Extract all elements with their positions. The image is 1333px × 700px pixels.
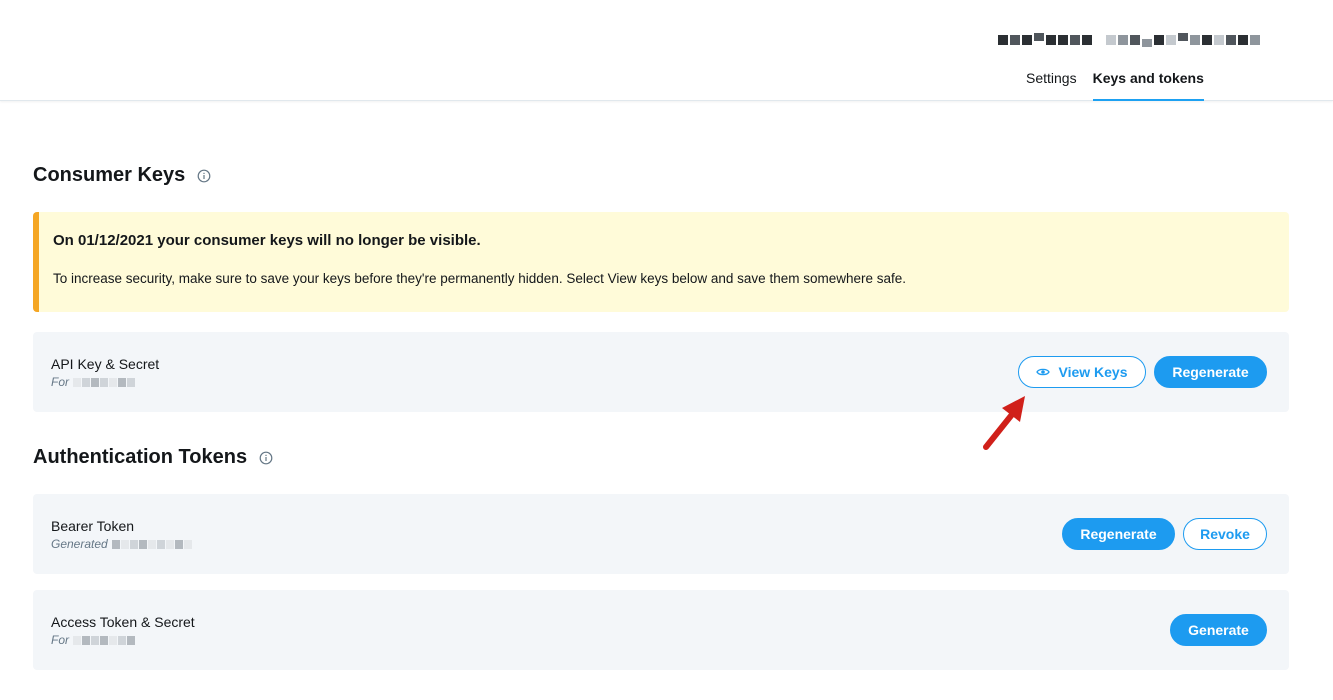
redacted-handle (73, 635, 135, 645)
api-key-owner: For (51, 375, 135, 389)
consumer-keys-title: Consumer Keys (33, 164, 186, 186)
bearer-token-card: Bearer Token Generated Regenerate Revoke (33, 494, 1289, 574)
auth-tokens-heading: Authentication Tokens (33, 446, 273, 469)
bearer-token-sub-prefix: Generated (51, 537, 108, 551)
regenerate-api-key-button[interactable]: Regenerate (1154, 356, 1267, 388)
tab-bar: Settings Keys and tokens (1026, 68, 1204, 101)
redacted-handle (73, 377, 135, 387)
api-key-title: API Key & Secret (51, 356, 160, 372)
access-token-owner-prefix: For (51, 633, 69, 647)
warning-text: To increase security, make sure to save … (53, 271, 907, 286)
access-token-title: Access Token & Secret (51, 614, 195, 630)
top-header: Settings Keys and tokens (0, 0, 1333, 101)
eye-icon (1036, 368, 1051, 376)
visibility-warning-banner: On 01/12/2021 your consumer keys will no… (33, 212, 1289, 312)
bearer-token-generated: Generated (51, 537, 192, 551)
info-icon[interactable] (259, 451, 273, 465)
view-keys-label: View Keys (1058, 364, 1128, 380)
redacted-date (111, 539, 192, 549)
generate-access-token-button[interactable]: Generate (1170, 614, 1267, 646)
info-icon[interactable] (197, 169, 211, 183)
app-name-redacted (998, 28, 1260, 52)
auth-tokens-title: Authentication Tokens (33, 446, 248, 468)
api-key-card: API Key & Secret For View Keys Regenerat… (33, 332, 1289, 412)
bearer-token-title: Bearer Token (51, 518, 135, 534)
regenerate-bearer-token-button[interactable]: Regenerate (1062, 518, 1175, 550)
revoke-bearer-token-button[interactable]: Revoke (1183, 518, 1267, 550)
view-keys-button[interactable]: View Keys (1018, 356, 1146, 388)
consumer-keys-heading: Consumer Keys (33, 164, 211, 187)
access-token-owner: For (51, 633, 135, 647)
tab-settings[interactable]: Settings (1026, 68, 1077, 101)
arrow-annotation (983, 396, 1025, 450)
api-key-owner-prefix: For (51, 375, 69, 389)
tab-keys-and-tokens[interactable]: Keys and tokens (1092, 68, 1204, 101)
access-token-card: Access Token & Secret For Generate (33, 590, 1289, 670)
warning-title: On 01/12/2021 your consumer keys will no… (53, 232, 481, 249)
